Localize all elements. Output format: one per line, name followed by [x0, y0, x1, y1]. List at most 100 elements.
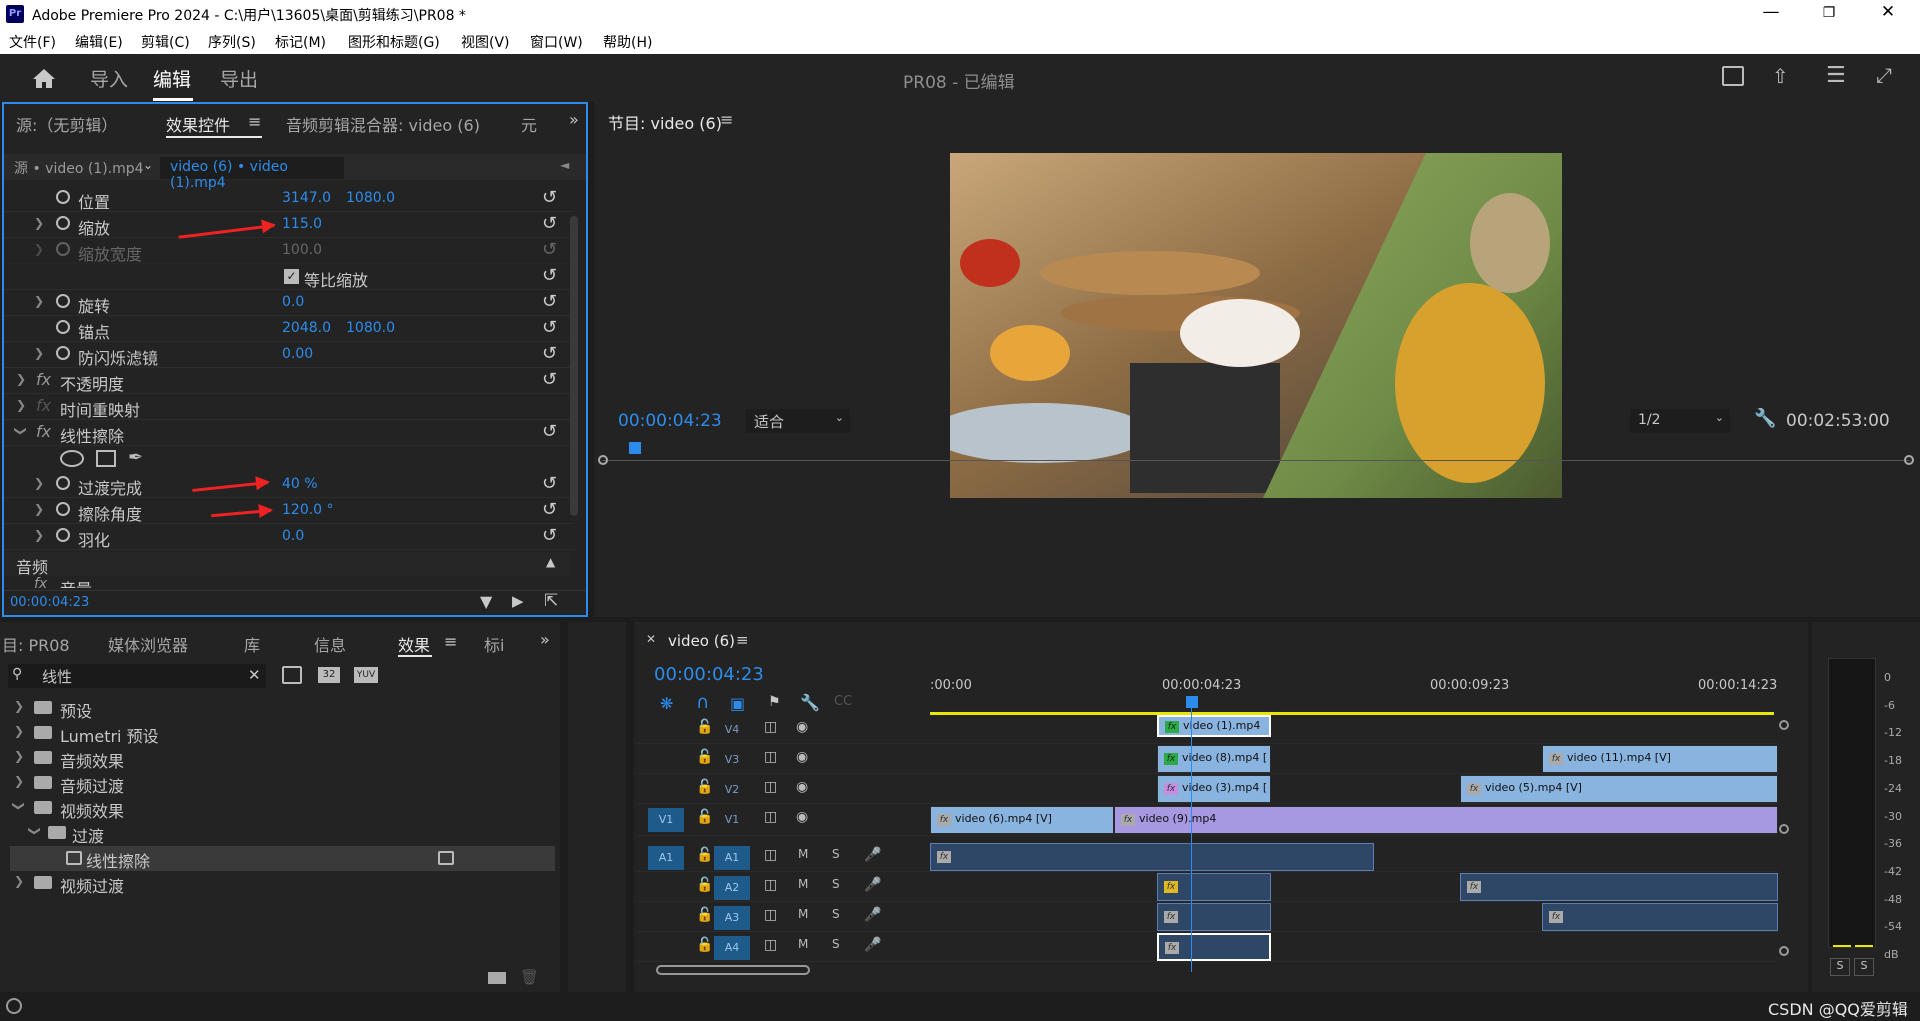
clip-a4[interactable]: fx — [1157, 933, 1271, 961]
mic-icon[interactable]: 🎤 — [864, 877, 881, 893]
mute-button[interactable]: M — [798, 937, 808, 951]
close-icon[interactable]: ✕ — [1873, 2, 1903, 22]
stopwatch-icon[interactable] — [56, 320, 70, 334]
scrub-line[interactable] — [602, 460, 1910, 461]
sync-icon[interactable]: ◫ — [764, 779, 777, 795]
tree-video-effects[interactable]: ❯ 视频效果 — [10, 796, 555, 821]
menu-sequence[interactable]: 序列(S) — [208, 32, 256, 52]
reset-icon[interactable]: ↺ — [542, 473, 557, 494]
tree-video-transitions[interactable]: ❯ 视频过渡 — [10, 871, 555, 896]
wrench-icon[interactable]: 🔧 — [1754, 408, 1776, 429]
sync-icon[interactable]: ◫ — [764, 877, 777, 893]
clip-a2-b[interactable]: fx — [1460, 873, 1778, 901]
chevron-right-icon[interactable]: ❯ — [34, 476, 44, 490]
eye-icon[interactable]: ◉ — [796, 809, 808, 825]
tree-presets[interactable]: ❯ 预设 — [10, 696, 555, 721]
timeline-timecode[interactable]: 00:00:04:23 — [654, 664, 764, 685]
search-input[interactable]: ⚲ 线性 ✕ — [8, 664, 266, 688]
mic-icon[interactable]: 🎤 — [864, 847, 881, 863]
eye-icon[interactable]: ◉ — [796, 749, 808, 765]
reset-icon[interactable]: ↺ — [542, 525, 557, 546]
lock-icon[interactable]: 🔓 — [696, 779, 713, 795]
tab-markers[interactable]: 标i — [484, 632, 504, 656]
source-patch[interactable]: A1 — [648, 846, 684, 870]
clip-v3-a[interactable]: fx video (8).mp4 [ — [1157, 745, 1271, 773]
mute-button[interactable]: M — [798, 907, 808, 921]
vertical-scroll-handle[interactable] — [1779, 720, 1789, 730]
clip-a3-b[interactable]: fx — [1542, 903, 1778, 931]
position-x[interactable]: 3147.0 — [282, 190, 331, 206]
chevron-right-icon[interactable]: ❯ — [34, 502, 44, 516]
chevron-right-icon[interactable]: ❯ — [16, 398, 26, 412]
minimize-icon[interactable]: — — [1756, 2, 1786, 22]
track-label[interactable]: A4 — [714, 936, 750, 960]
menu-icon[interactable]: ☰ — [1826, 63, 1846, 88]
settings-wrench-icon[interactable]: 🔧 — [800, 693, 820, 712]
tree-transition[interactable]: ❯ 过渡 — [10, 821, 555, 846]
clip-v1-a[interactable]: fx video (6).mp4 [V] — [930, 806, 1114, 834]
stopwatch-icon[interactable] — [56, 476, 70, 490]
reset-icon[interactable]: ↺ — [542, 187, 557, 208]
tab-edit[interactable]: 编辑 — [153, 65, 191, 92]
lock-icon[interactable]: 🔓 — [696, 809, 713, 825]
tab-effects[interactable]: 效果 — [398, 632, 430, 656]
track-label[interactable]: V4 — [714, 718, 750, 742]
tree-linear-wipe[interactable]: 线性擦除 — [10, 846, 555, 871]
chevron-right-icon[interactable]: ❯ — [34, 346, 44, 360]
sync-icon[interactable]: ◫ — [764, 937, 777, 953]
tab-export[interactable]: 导出 — [220, 65, 258, 92]
collapse-icon[interactable]: ◄ — [560, 158, 569, 172]
panel-menu-icon[interactable]: ≡ — [720, 110, 733, 129]
sequence-tab[interactable]: video (6) — [668, 632, 735, 650]
scrub-end-handle[interactable] — [1904, 455, 1914, 465]
track-label[interactable]: V2 — [714, 778, 750, 802]
filter-icon[interactable]: ▼ — [480, 592, 492, 611]
sync-icon[interactable]: ◫ — [764, 847, 777, 863]
sync-icon[interactable]: ◫ — [764, 809, 777, 825]
tab-info[interactable]: 信息 — [314, 632, 346, 656]
rectangle-mask-icon[interactable] — [96, 450, 116, 467]
clip-v4[interactable]: fx video (1).mp4 — [1157, 715, 1271, 737]
reset-icon[interactable]: ↺ — [542, 499, 557, 520]
vertical-scroll-handle[interactable] — [1779, 946, 1789, 956]
mic-icon[interactable]: 🎤 — [864, 937, 881, 953]
chevron-right-icon[interactable]: ❯ — [34, 528, 44, 542]
anchor-x[interactable]: 2048.0 — [282, 320, 331, 336]
sync-icon[interactable]: ◫ — [764, 719, 777, 735]
clip-v3-b[interactable]: fx video (11).mp4 [V] — [1542, 745, 1778, 773]
more-tabs-icon[interactable]: » — [569, 110, 579, 129]
menu-view[interactable]: 视图(V) — [461, 32, 510, 52]
lock-icon[interactable]: 🔓 — [696, 937, 713, 953]
delete-icon[interactable]: 🗑 — [520, 968, 539, 986]
fit-dropdown[interactable]: 适合 ⌄ — [746, 409, 850, 433]
scale-value[interactable]: 115.0 — [282, 216, 322, 232]
close-tab-icon[interactable]: ✕ — [646, 632, 656, 646]
angle-value[interactable]: 120.0 ° — [282, 502, 334, 518]
reset-icon[interactable]: ↺ — [542, 317, 557, 338]
vertical-scroll-handle[interactable] — [1779, 824, 1789, 834]
solo-button[interactable]: S — [832, 847, 840, 861]
target-clip-label[interactable]: video (6) • video (1).mp4 — [160, 157, 344, 191]
timeline-playhead-handle[interactable] — [1186, 696, 1198, 708]
sync-icon[interactable]: ◫ — [764, 749, 777, 765]
menu-help[interactable]: 帮助(H) — [603, 32, 652, 52]
playhead-marker[interactable] — [629, 442, 641, 454]
reset-icon[interactable]: ↺ — [542, 265, 557, 286]
new-folder-icon[interactable] — [488, 972, 506, 984]
chevron-right-icon[interactable]: ❯ — [16, 372, 26, 386]
chevron-down-icon[interactable]: ❯ — [14, 426, 28, 436]
menu-marker[interactable]: 标记(M) — [275, 32, 326, 52]
reset-icon[interactable]: ↺ — [542, 213, 557, 234]
solo-button[interactable]: S — [832, 877, 840, 891]
reset-icon[interactable]: ↺ — [542, 421, 557, 442]
ec-timecode[interactable]: 00:00:04:23 — [10, 595, 89, 610]
snap-icon[interactable]: ❋ — [660, 694, 673, 713]
panel-menu-icon[interactable]: ≡ — [248, 112, 261, 131]
menu-window[interactable]: 窗口(W) — [530, 32, 583, 52]
chevron-right-icon[interactable]: ❯ — [34, 294, 44, 308]
tab-project[interactable]: 目: PR08 — [2, 632, 70, 656]
stopwatch-icon[interactable] — [56, 190, 70, 204]
tree-lumetri[interactable]: ❯ Lumetri 预设 — [10, 721, 555, 746]
clip-v1-b[interactable]: fx video (9).mp4 — [1114, 806, 1778, 834]
uniform-scale-checkbox[interactable]: ✓ — [284, 269, 299, 284]
